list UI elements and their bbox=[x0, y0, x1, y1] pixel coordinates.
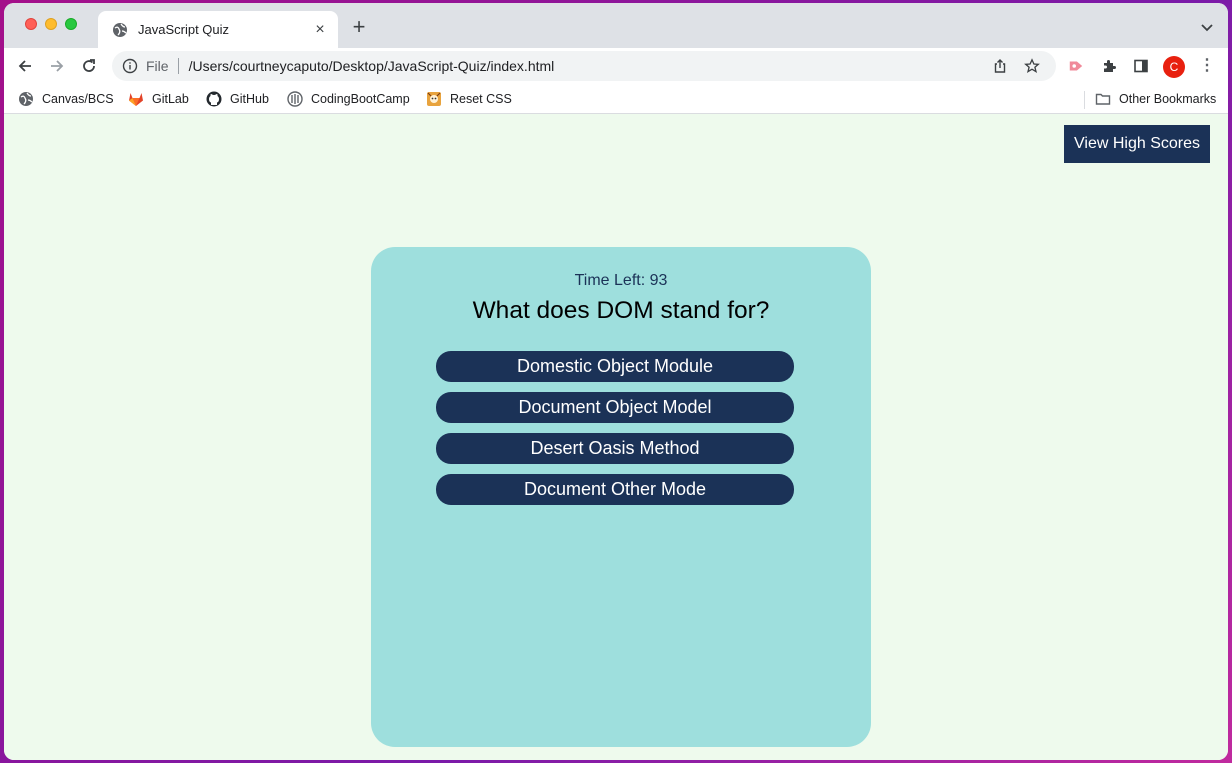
info-icon[interactable] bbox=[122, 58, 138, 74]
back-icon[interactable] bbox=[16, 57, 34, 75]
bootcamp-icon bbox=[287, 91, 303, 107]
bookmark-codingbootcamp[interactable]: CodingBootCamp bbox=[287, 90, 410, 108]
view-high-scores-button[interactable]: View High Scores bbox=[1064, 125, 1210, 163]
window-maximize-button[interactable] bbox=[65, 18, 77, 30]
bookmarks-bar: Canvas/BCS GitLab GitHub CodingBootCamp … bbox=[4, 84, 1228, 114]
timer-text: Time Left: 93 bbox=[574, 272, 668, 289]
answer-button-1[interactable]: Domestic Object Module bbox=[436, 351, 794, 382]
quiz-card: Time Left: 93 What does DOM stand for? D… bbox=[371, 247, 871, 747]
scheme-label: File bbox=[146, 58, 169, 74]
tab-strip: JavaScript Quiz × + bbox=[4, 3, 1228, 48]
side-panel-icon[interactable] bbox=[1133, 58, 1149, 74]
url-text[interactable]: /Users/courtneycaputo/Desktop/JavaScript… bbox=[189, 58, 992, 74]
gitlab-icon bbox=[128, 91, 144, 107]
forward-icon[interactable] bbox=[48, 57, 66, 75]
github-icon bbox=[206, 91, 222, 107]
window-close-button[interactable] bbox=[25, 18, 37, 30]
bookmark-gitlab[interactable]: GitLab bbox=[128, 90, 189, 108]
answer-button-3[interactable]: Desert Oasis Method bbox=[436, 433, 794, 464]
bookmark-reset-css[interactable]: Reset CSS bbox=[426, 90, 512, 108]
new-tab-button[interactable]: + bbox=[348, 16, 370, 39]
folder-icon bbox=[1095, 91, 1111, 107]
page-viewport: View High Scores Time Left: 93 What does… bbox=[4, 115, 1228, 760]
window-minimize-button[interactable] bbox=[45, 18, 57, 30]
bookmarks-divider bbox=[1084, 91, 1085, 109]
menu-kebab-icon[interactable]: ⋮ bbox=[1199, 58, 1215, 74]
profile-avatar[interactable]: C bbox=[1163, 56, 1185, 78]
answer-button-4[interactable]: Document Other Mode bbox=[436, 474, 794, 505]
bookmark-other-bookmarks[interactable]: Other Bookmarks bbox=[1095, 90, 1216, 108]
address-bar[interactable]: File /Users/courtneycaputo/Desktop/JavaS… bbox=[112, 51, 1056, 81]
globe-icon bbox=[18, 91, 34, 107]
chevron-down-icon[interactable] bbox=[1200, 21, 1214, 35]
tab-close-icon[interactable]: × bbox=[312, 21, 328, 38]
extensions-puzzle-icon[interactable] bbox=[1101, 58, 1117, 74]
answer-button-2[interactable]: Document Object Model bbox=[436, 392, 794, 423]
share-icon[interactable] bbox=[992, 58, 1008, 74]
reload-icon[interactable] bbox=[80, 57, 98, 75]
tab-title: JavaScript Quiz bbox=[138, 22, 230, 37]
question-text: What does DOM stand for? bbox=[472, 297, 770, 324]
omnibox-divider bbox=[177, 58, 179, 74]
toolbar: File /Users/courtneycaputo/Desktop/JavaS… bbox=[4, 48, 1228, 84]
bookmark-canvas-bcs[interactable]: Canvas/BCS bbox=[18, 90, 114, 108]
browser-window: JavaScript Quiz × + File /Users/courtney… bbox=[4, 3, 1228, 760]
tab-javascript-quiz[interactable]: JavaScript Quiz × bbox=[98, 11, 338, 48]
extension-record-icon[interactable] bbox=[1068, 58, 1084, 74]
globe-icon bbox=[112, 22, 128, 38]
bookmark-github[interactable]: GitHub bbox=[206, 90, 269, 108]
star-icon[interactable] bbox=[1024, 58, 1040, 74]
reset-css-icon bbox=[426, 91, 442, 107]
answer-list: Domestic Object Module Document Object M… bbox=[436, 351, 794, 515]
